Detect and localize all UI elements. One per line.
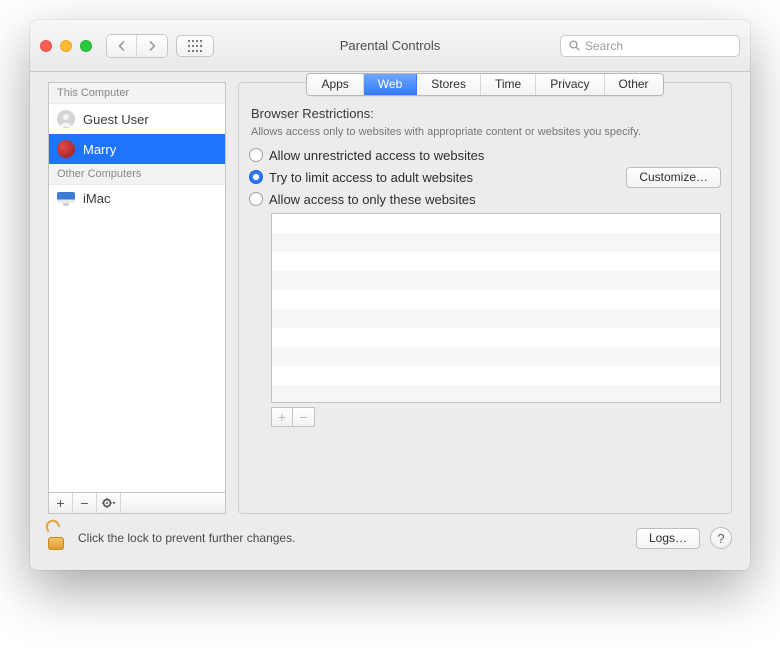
- list-actions: + −: [271, 407, 721, 427]
- show-all-button[interactable]: [176, 35, 214, 57]
- zoom-window-button[interactable]: [80, 40, 92, 52]
- help-button[interactable]: ?: [710, 527, 732, 549]
- sidebar-item-guest-user[interactable]: Guest User: [49, 104, 225, 134]
- nav-back-forward: [106, 34, 168, 58]
- search-icon: [569, 40, 580, 51]
- customize-button[interactable]: Customize…: [626, 167, 721, 188]
- imac-icon: [57, 192, 75, 206]
- radio-icon: [249, 148, 263, 162]
- avatar-icon: [57, 110, 75, 128]
- radio-label: Allow unrestricted access to websites: [269, 148, 484, 163]
- remove-website-button: −: [293, 407, 315, 427]
- add-user-button[interactable]: +: [49, 493, 73, 513]
- sidebar-actions: + −: [48, 492, 226, 514]
- tab-apps[interactable]: Apps: [307, 74, 363, 95]
- sidebar-item-label: Guest User: [83, 112, 149, 127]
- footer: Click the lock to prevent further change…: [30, 514, 750, 570]
- sidebar-item-marry[interactable]: Marry: [49, 134, 225, 164]
- radio-limit-adult[interactable]: Try to limit access to adult websites Cu…: [249, 167, 721, 188]
- tab-web[interactable]: Web: [364, 74, 417, 95]
- forward-button[interactable]: [137, 35, 167, 57]
- radio-icon: [249, 170, 263, 184]
- tab-other[interactable]: Other: [605, 74, 663, 95]
- window-controls: [40, 40, 92, 52]
- titlebar: Parental Controls Search: [30, 20, 750, 72]
- sidebar-group-this-computer: This Computer: [49, 83, 225, 104]
- tab-time[interactable]: Time: [481, 74, 536, 95]
- search-placeholder: Search: [585, 39, 623, 53]
- radio-label: Try to limit access to adult websites: [269, 170, 473, 185]
- section-title: Browser Restrictions:: [251, 106, 721, 121]
- minimize-window-button[interactable]: [60, 40, 72, 52]
- sidebar-item-imac[interactable]: iMac: [49, 185, 225, 212]
- tab-bar: Apps Web Stores Time Privacy Other: [306, 73, 663, 96]
- add-website-button: +: [271, 407, 293, 427]
- tab-privacy[interactable]: Privacy: [536, 74, 604, 95]
- radio-label: Allow access to only these websites: [269, 192, 476, 207]
- tab-stores[interactable]: Stores: [417, 74, 481, 95]
- sidebar: This Computer Guest User Marry Other Com…: [48, 82, 226, 514]
- allowed-websites-list[interactable]: [271, 213, 721, 403]
- remove-user-button[interactable]: −: [73, 493, 97, 513]
- sidebar-group-other-computers: Other Computers: [49, 164, 225, 185]
- search-input[interactable]: Search: [560, 35, 740, 57]
- chevron-right-icon: [148, 41, 157, 51]
- lock-hint-text: Click the lock to prevent further change…: [78, 531, 295, 545]
- close-window-button[interactable]: [40, 40, 52, 52]
- radio-only-these[interactable]: Allow access to only these websites: [249, 192, 721, 207]
- gear-icon: [102, 497, 116, 509]
- sidebar-options-button[interactable]: [97, 493, 121, 513]
- radio-unrestricted[interactable]: Allow unrestricted access to websites: [249, 148, 721, 163]
- back-button[interactable]: [107, 35, 137, 57]
- chevron-left-icon: [117, 41, 126, 51]
- section-description: Allows access only to websites with appr…: [251, 125, 721, 140]
- grid-icon: [188, 40, 202, 52]
- sidebar-item-label: iMac: [83, 191, 110, 206]
- avatar-icon: [57, 140, 75, 158]
- preferences-window: Parental Controls Search This Computer G…: [30, 20, 750, 570]
- lock-icon[interactable]: [48, 526, 68, 550]
- user-list: This Computer Guest User Marry Other Com…: [48, 82, 226, 492]
- logs-button[interactable]: Logs…: [636, 528, 700, 549]
- radio-icon: [249, 192, 263, 206]
- settings-panel: Apps Web Stores Time Privacy Other Brows…: [238, 82, 732, 514]
- sidebar-item-label: Marry: [83, 142, 116, 157]
